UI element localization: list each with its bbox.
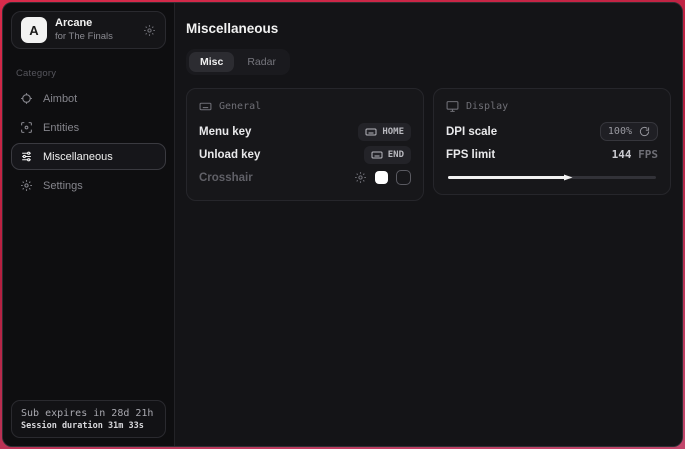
- monitor-icon: [446, 100, 459, 113]
- crosshair-settings-gear-icon[interactable]: [354, 171, 367, 184]
- sidebar-nav: Aimbot Entities Miscel: [3, 85, 174, 201]
- tab-radar[interactable]: Radar: [236, 52, 287, 72]
- slider-thumb[interactable]: [564, 173, 573, 182]
- sidebar-item-aimbot[interactable]: Aimbot: [11, 85, 166, 112]
- crosshair-row: Crosshair: [199, 166, 411, 189]
- main-content: Miscellaneous Misc Radar General: [175, 3, 683, 446]
- unload-key-button[interactable]: END: [364, 146, 411, 164]
- menu-key-label: Menu key: [199, 126, 251, 138]
- category-label: Category: [16, 68, 161, 79]
- dpi-scale-control[interactable]: 100%: [600, 122, 658, 141]
- gear-icon[interactable]: [143, 24, 156, 37]
- cards-row: General Menu key HOME Unload key: [186, 88, 671, 201]
- unload-key-value: END: [388, 150, 404, 160]
- session-duration-text: Session duration 31m 33s: [21, 421, 156, 431]
- keyboard-icon: [199, 100, 212, 113]
- tab-misc[interactable]: Misc: [189, 52, 234, 72]
- fps-number: 144: [612, 148, 632, 161]
- sidebar-item-entities[interactable]: Entities: [11, 114, 166, 141]
- dpi-scale-row: DPI scale 100%: [446, 120, 658, 143]
- sidebar-item-label: Entities: [43, 122, 79, 134]
- menu-key-value: HOME: [382, 127, 404, 137]
- sliders-icon: [20, 150, 33, 163]
- sidebar-item-label: Aimbot: [43, 93, 77, 105]
- sidebar-item-miscellaneous[interactable]: Miscellaneous: [11, 143, 166, 170]
- app-subtitle: for The Finals: [55, 31, 135, 43]
- app-window: A Arcane for The Finals Category: [2, 2, 683, 447]
- sub-expires-text: Sub expires in 28d 21h: [21, 408, 156, 419]
- entities-icon: [20, 121, 33, 134]
- keyboard-icon: [365, 126, 377, 138]
- sidebar-item-label: Settings: [43, 180, 83, 192]
- sidebar-item-label: Miscellaneous: [43, 151, 113, 163]
- display-card-title: Display: [466, 101, 508, 112]
- crosshair-color-swatch[interactable]: [375, 171, 388, 184]
- refresh-icon[interactable]: [639, 126, 650, 137]
- display-card: Display DPI scale 100%: [433, 88, 671, 195]
- menu-key-row: Menu key HOME: [199, 120, 411, 143]
- fps-limit-label: FPS limit: [446, 149, 495, 161]
- display-card-header: Display: [446, 100, 658, 113]
- app-names: Arcane for The Finals: [55, 17, 135, 43]
- fps-limit-row: FPS limit 144 FPS: [446, 143, 658, 166]
- fps-limit-value: 144 FPS: [612, 148, 658, 161]
- gear-icon: [20, 179, 33, 192]
- general-card-header: General: [199, 100, 411, 113]
- crosshair-controls: [354, 170, 411, 185]
- dpi-scale-value: 100%: [608, 126, 632, 137]
- subscription-card: Sub expires in 28d 21h Session duration …: [11, 400, 166, 438]
- menu-key-button[interactable]: HOME: [358, 123, 411, 141]
- sidebar: A Arcane for The Finals Category: [3, 3, 175, 446]
- crosshair-label: Crosshair: [199, 172, 253, 184]
- crosshair-icon: [20, 92, 33, 105]
- app-logo: A: [21, 17, 47, 43]
- page-title: Miscellaneous: [186, 21, 671, 36]
- app-title: Arcane: [55, 17, 135, 31]
- general-card-title: General: [219, 101, 261, 112]
- tab-bar: Misc Radar: [186, 49, 290, 75]
- dpi-scale-label: DPI scale: [446, 126, 497, 138]
- keyboard-icon: [371, 149, 383, 161]
- unload-key-row: Unload key END: [199, 143, 411, 166]
- general-card: General Menu key HOME Unload key: [186, 88, 424, 201]
- fps-limit-slider[interactable]: [448, 173, 656, 181]
- unload-key-label: Unload key: [199, 149, 260, 161]
- fps-unit: FPS: [638, 148, 658, 161]
- crosshair-checkbox[interactable]: [396, 170, 411, 185]
- slider-fill: [448, 176, 567, 179]
- app-header-card: A Arcane for The Finals: [11, 11, 166, 49]
- sidebar-item-settings[interactable]: Settings: [11, 172, 166, 199]
